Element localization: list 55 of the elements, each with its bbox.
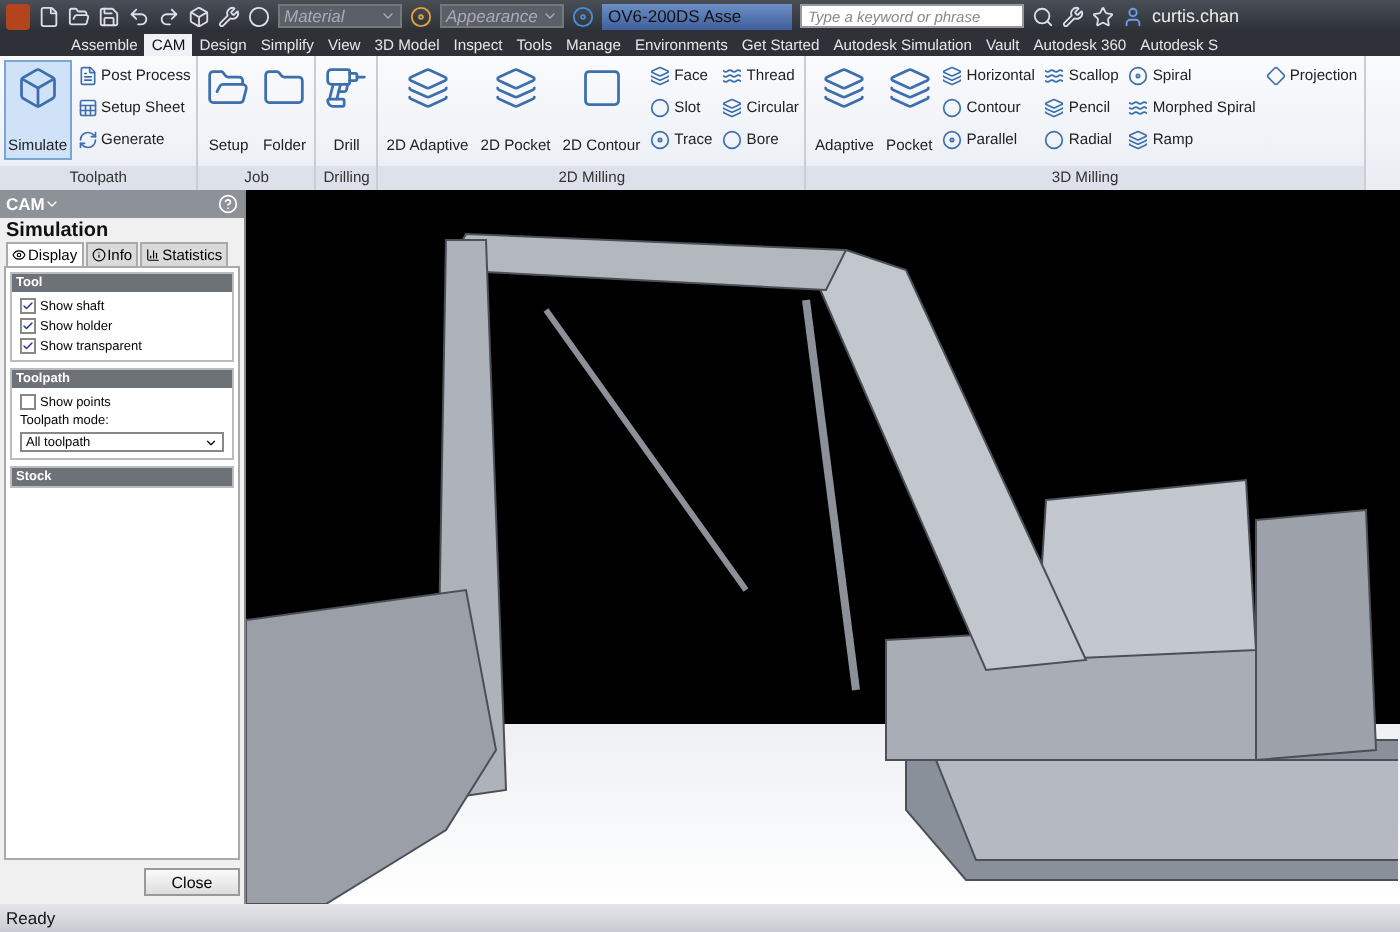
user-icon[interactable]: [1122, 5, 1144, 27]
circle-icon: [722, 129, 743, 149]
caret-icon[interactable]: [44, 196, 61, 212]
drill-icon: [324, 66, 369, 110]
box-icon[interactable]: [188, 5, 210, 27]
refresh-icon: [77, 129, 98, 149]
layers-icon: [1128, 129, 1149, 149]
checkbox[interactable]: [20, 298, 36, 314]
checkbox[interactable]: [20, 318, 36, 334]
bar-chart-icon: [146, 248, 161, 262]
layers-icon: [650, 65, 671, 85]
caret-icon: [380, 8, 396, 24]
circle-icon: [1044, 129, 1065, 149]
layers-icon: [822, 66, 867, 110]
disc-icon: [650, 129, 671, 149]
diamond-icon: [1265, 65, 1286, 85]
waves-icon: [722, 65, 743, 85]
disc-icon: [1128, 65, 1149, 85]
new-file-icon[interactable]: [38, 5, 60, 27]
undo-icon[interactable]: [128, 5, 150, 27]
layers-icon: [405, 66, 450, 110]
info-icon: [91, 248, 106, 262]
panel-title: Simulation: [4, 218, 111, 242]
close-button[interactable]: Close: [144, 868, 240, 896]
sheet-icon: [77, 97, 98, 117]
disc-icon: [942, 129, 963, 149]
checkbox[interactable]: [20, 394, 36, 410]
user-name[interactable]: curtis.chan: [1152, 6, 1240, 26]
layers-icon: [493, 66, 538, 110]
layers-icon: [1044, 97, 1065, 117]
layers-icon: [942, 65, 963, 85]
eye-icon: [12, 248, 26, 262]
wrench-icon[interactable]: [218, 5, 240, 27]
redo-icon[interactable]: [158, 5, 180, 27]
document-icon: [77, 65, 98, 85]
status-text: Ready: [0, 904, 1400, 932]
waves-icon: [1128, 97, 1149, 117]
folder-icon: [262, 66, 307, 110]
wrench-icon[interactable]: [1062, 5, 1084, 27]
circle-icon: [942, 97, 963, 117]
circle-icon: [650, 97, 671, 117]
layers-icon: [722, 97, 743, 117]
star-icon[interactable]: [1092, 5, 1114, 27]
document-title: OV6-200DS Asse: [602, 3, 792, 29]
checkbox[interactable]: [20, 338, 36, 354]
waves-icon: [1044, 65, 1065, 85]
open-folder-icon: [206, 66, 251, 110]
save-icon[interactable]: [98, 5, 120, 27]
layers-icon: [887, 66, 932, 110]
help-icon[interactable]: [218, 194, 238, 214]
open-folder-icon[interactable]: [68, 5, 90, 27]
caret-icon: [542, 8, 558, 24]
caret-icon: [204, 435, 218, 449]
square-icon: [579, 66, 624, 110]
box-icon: [15, 66, 60, 110]
